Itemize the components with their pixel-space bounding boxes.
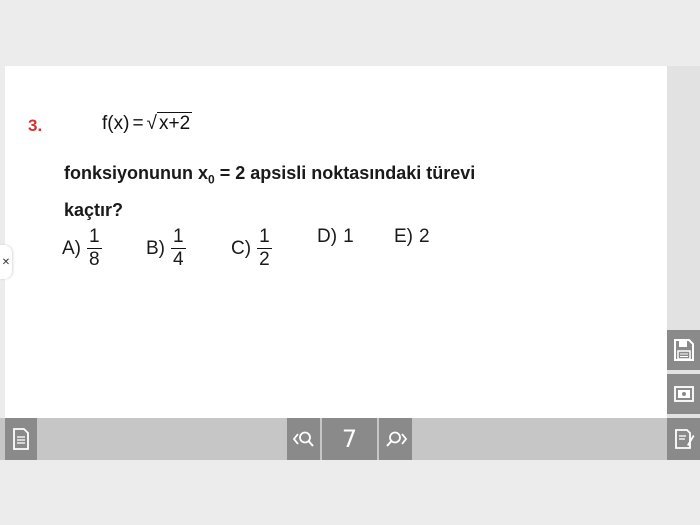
question-text-after: = 2 apsisli noktasındaki türevi [214,163,476,183]
fraction-numerator: 1 [257,226,272,249]
choice-value: 1 [343,226,354,247]
question-text: fonksiyonunun x0 = 2 apsisli noktasındak… [64,158,524,225]
save-icon [673,339,694,361]
choice-fraction: 1 8 [87,226,102,271]
fraction-numerator: 1 [171,226,186,249]
next-search-button[interactable] [379,418,412,460]
prev-search-icon [292,431,314,447]
choice-label: A) [62,237,81,259]
fraction-denominator: 8 [89,249,100,270]
document-icon [13,428,29,450]
choice-label: C) [231,237,252,259]
choice-d[interactable]: D) 1 [317,226,354,248]
page-number-indicator[interactable]: 7 [322,418,377,460]
choice-c[interactable]: C) 1 2 [231,226,272,271]
choice-value: 2 [419,226,430,247]
fraction-denominator: 2 [259,249,270,270]
next-search-icon [385,431,407,447]
formula-fx: f(x) [102,113,130,134]
fraction-numerator: 1 [87,226,102,249]
document-button[interactable] [5,418,37,460]
choice-b[interactable]: B) 1 4 [146,226,186,271]
question-subscript: 0 [208,172,215,187]
choice-label: D) [317,226,338,247]
fraction-denominator: 4 [173,249,184,270]
choice-e[interactable]: E) 2 [394,226,430,248]
radical-sign: √ [146,113,157,134]
formula-radicand: x+2 [156,112,193,134]
prev-search-button[interactable] [287,418,320,460]
question-text-line2: kaçtır? [64,199,124,220]
image-icon [673,386,694,402]
image-button[interactable] [667,374,700,414]
question-formula: f(x) = √ x+2 [102,112,193,135]
notes-icon [674,429,694,449]
formula-equals: = [132,113,144,134]
save-button[interactable] [667,330,700,370]
side-handle[interactable]: ✕ [0,245,12,279]
close-icon: ✕ [1,256,11,268]
question-text-before: fonksiyonunun x [64,163,208,183]
choice-a[interactable]: A) 1 8 [62,226,102,271]
notes-button[interactable] [667,418,700,460]
choice-fraction: 1 2 [257,226,272,271]
choice-fraction: 1 4 [171,226,186,271]
choice-label: B) [146,237,165,259]
choice-label: E) [394,226,413,247]
question-number: 3. [28,116,43,135]
page-number: 7 [341,425,358,453]
